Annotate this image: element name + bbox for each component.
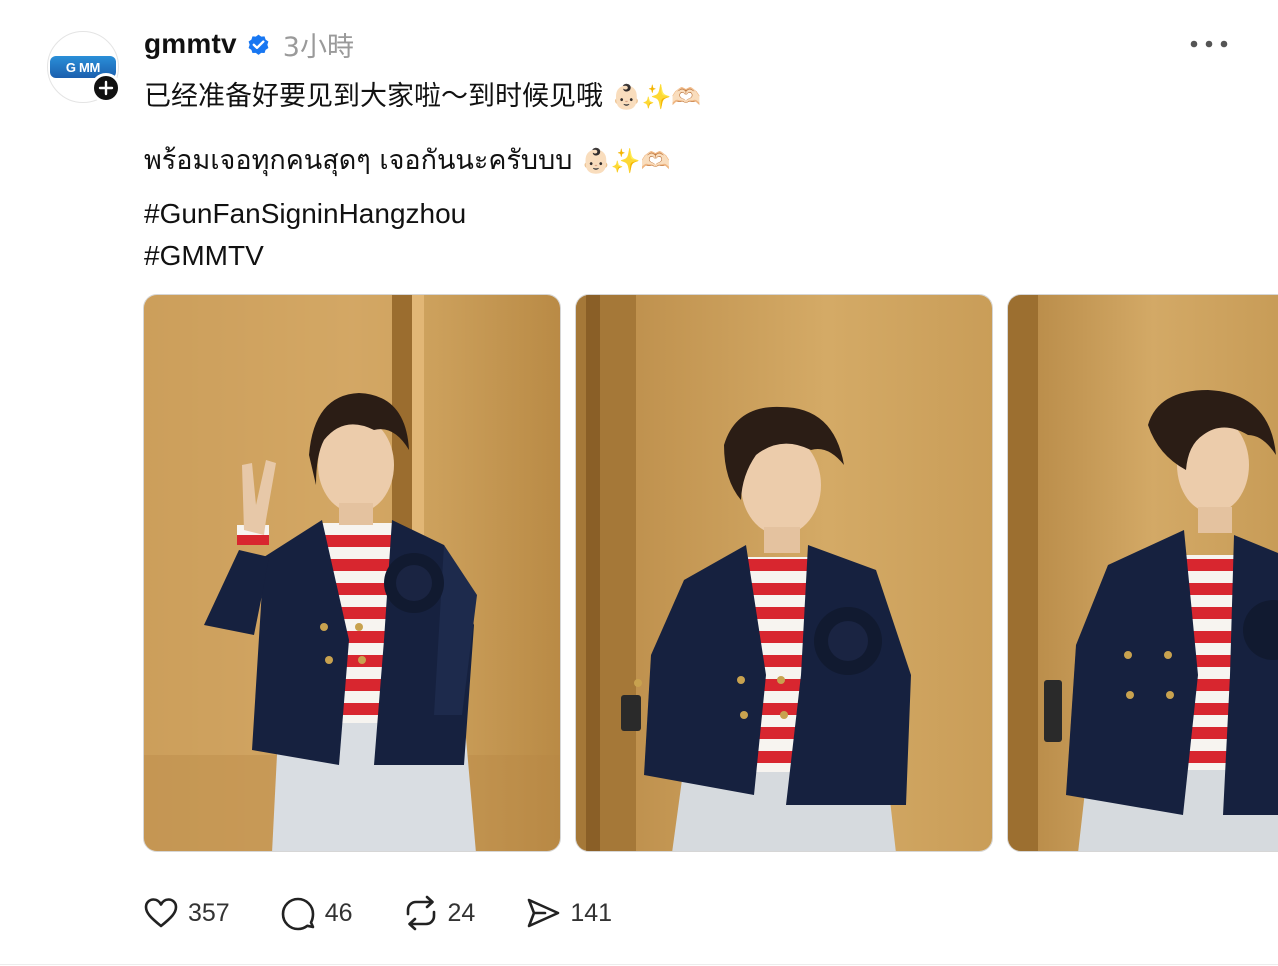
- like-button[interactable]: 357: [143, 895, 230, 931]
- photo-image: [576, 295, 992, 851]
- send-icon: [528, 898, 560, 928]
- caption-text: พร้อมเจอทุกคนสุดๆ เจอกันนะครับบบ: [144, 145, 573, 176]
- more-options-button[interactable]: [1186, 30, 1232, 58]
- repost-button[interactable]: 24: [403, 895, 476, 931]
- verified-badge-icon: [248, 34, 269, 55]
- caption-line-chinese: 已经准备好要见到大家啦～到时候见哦 👶🏻✨🫶🏻: [144, 74, 701, 113]
- caption-line-thai: พร้อมเจอทุกคนสุดๆ เจอกันนะครับบบ 👶🏻✨🫶🏻: [144, 138, 671, 181]
- post-header: gmmtv 3小時: [144, 25, 354, 64]
- comment-count: 46: [324, 898, 353, 927]
- post-photo-3[interactable]: [1007, 294, 1278, 852]
- plus-icon: [98, 80, 114, 96]
- avatar-container: G MM: [47, 31, 121, 103]
- hashtag-link[interactable]: #GunFanSigninHangzhou: [144, 198, 466, 230]
- caption-emoji: 👶🏻✨🫶🏻: [611, 83, 702, 111]
- post-actions: 357 46 24 141: [143, 892, 662, 934]
- photo-image: [144, 295, 560, 851]
- share-count: 141: [570, 898, 613, 927]
- username[interactable]: gmmtv: [144, 28, 237, 60]
- post-divider: [0, 964, 1278, 965]
- post-time[interactable]: 3小時: [283, 25, 354, 64]
- follow-button[interactable]: [91, 73, 121, 103]
- repost-icon: [406, 895, 435, 931]
- caption-emoji: 👶🏻✨🫶🏻: [580, 147, 671, 175]
- like-count: 357: [188, 898, 230, 927]
- hashtag-link[interactable]: #GMMTV: [144, 240, 264, 272]
- comment-icon: [281, 897, 315, 931]
- post-photo-2[interactable]: [575, 294, 993, 852]
- caption-text: 已经准备好要见到大家啦～到时候见哦: [144, 81, 603, 112]
- share-button[interactable]: 141: [525, 895, 612, 931]
- photo-image: [1008, 295, 1278, 851]
- thread-post: G MM gmmtv 3小時 已经准备好要见到大家啦～到时候见哦 👶🏻✨🫶🏻 พ…: [0, 0, 1278, 966]
- repost-count: 24: [447, 898, 476, 927]
- more-dots-icon: [1190, 40, 1228, 48]
- heart-icon: [144, 898, 178, 928]
- comment-button[interactable]: 46: [280, 895, 353, 931]
- post-photo-1[interactable]: [143, 294, 561, 852]
